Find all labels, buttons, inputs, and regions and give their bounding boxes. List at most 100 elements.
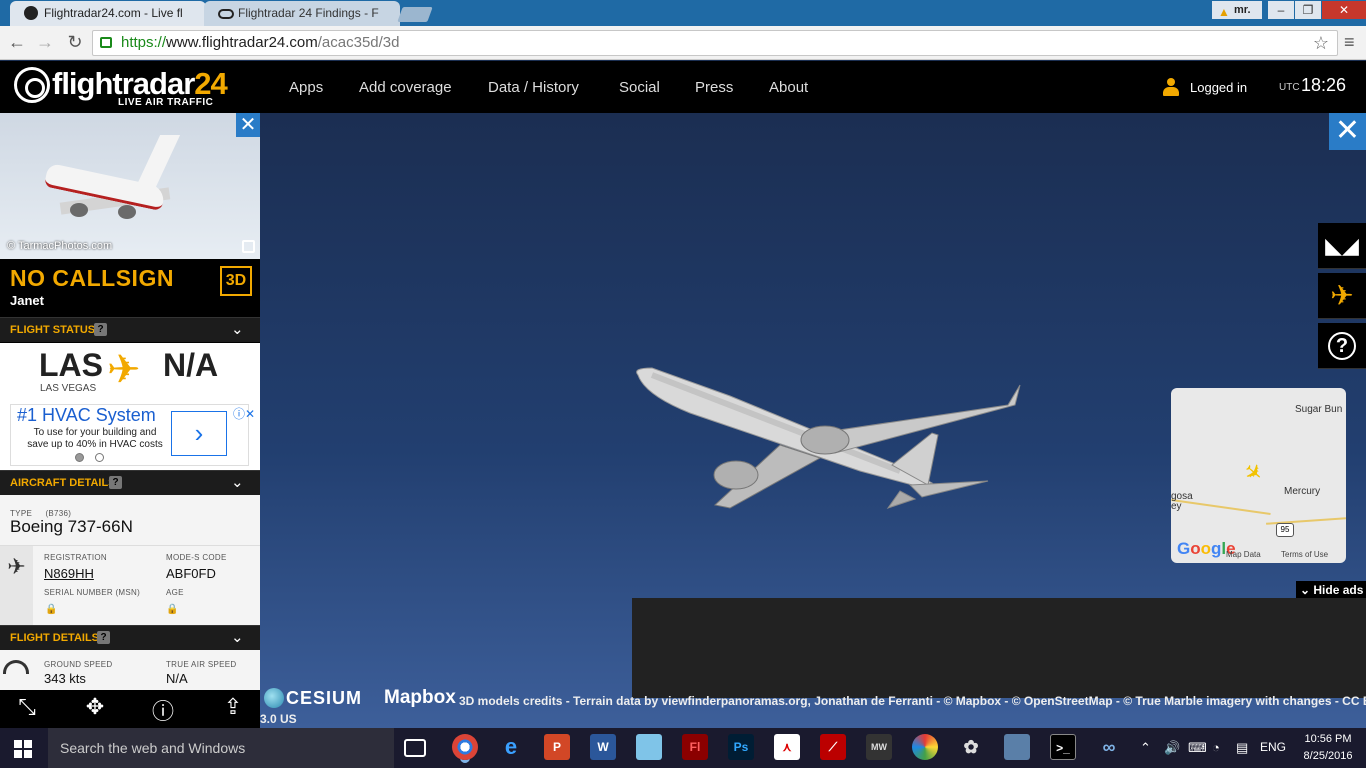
help-icon[interactable]: ? bbox=[109, 476, 122, 489]
ad-title[interactable]: #1 HVAC System bbox=[17, 405, 156, 426]
section-title: AIRCRAFT DETAILS bbox=[10, 477, 116, 489]
chevron-down-icon: ⌄ bbox=[1300, 583, 1314, 597]
terms-link[interactable]: Terms of Use bbox=[1281, 550, 1328, 559]
nav-about[interactable]: About bbox=[769, 79, 808, 96]
close-panel-button[interactable]: ✕ bbox=[236, 113, 260, 137]
help-icon[interactable]: ? bbox=[97, 631, 110, 644]
radar-logo-icon[interactable] bbox=[14, 67, 50, 103]
sidebar-ad[interactable]: #1 HVAC System To use for your building … bbox=[10, 404, 255, 466]
section-title: FLIGHT STATUS bbox=[10, 324, 96, 336]
ad-line-1: To use for your building and bbox=[33, 427, 157, 438]
help-icon[interactable]: ? bbox=[94, 323, 107, 336]
aircraft-details-header[interactable]: AIRCRAFT DETAILS ? ⌄ bbox=[0, 470, 260, 495]
aircraft-photo[interactable] bbox=[0, 113, 260, 259]
ad-banner[interactable] bbox=[632, 598, 1366, 698]
speedometer-icon bbox=[3, 660, 29, 674]
tray-overflow-icon[interactable]: ⌃ bbox=[1140, 740, 1151, 756]
nav-social[interactable]: Social bbox=[619, 79, 660, 96]
color-app-icon[interactable] bbox=[912, 734, 938, 760]
word-icon[interactable]: W bbox=[590, 734, 616, 760]
origin-code[interactable]: LAS bbox=[39, 347, 103, 384]
infinity-app-icon[interactable]: ∞ bbox=[1096, 734, 1122, 760]
camera-view-button[interactable]: ◣◢ bbox=[1318, 223, 1366, 269]
aircraft-view-button[interactable]: ✈ bbox=[1318, 273, 1366, 319]
carousel-dot[interactable] bbox=[95, 453, 104, 462]
edge-icon[interactable]: e bbox=[498, 734, 524, 760]
cesium-label: CESIUM bbox=[286, 688, 363, 708]
registration-link[interactable]: N869HH bbox=[44, 566, 94, 581]
taskbar-search[interactable]: Search the web and Windows bbox=[48, 728, 394, 768]
language-indicator[interactable]: ENG bbox=[1260, 740, 1286, 754]
map-label-mercury: Mercury bbox=[1284, 486, 1321, 497]
lock-icon[interactable]: 🔒 bbox=[166, 604, 178, 615]
character-app-icon[interactable]: ✿ bbox=[958, 734, 984, 760]
share-icon[interactable]: ⇪ bbox=[218, 694, 248, 720]
route-icon[interactable]: ⤡ bbox=[12, 694, 42, 720]
serial-label: SERIAL NUMBER (MSN) bbox=[44, 588, 141, 597]
ad-info-close-icon[interactable]: ⓘ✕ bbox=[233, 405, 255, 422]
reload-icon[interactable]: ↻ bbox=[64, 32, 86, 53]
windows-start-icon[interactable] bbox=[14, 740, 32, 758]
hide-ads-label: Hide ads bbox=[1313, 583, 1364, 597]
task-view-icon[interactable] bbox=[404, 739, 426, 757]
follow-icon[interactable]: ✥ bbox=[80, 694, 110, 720]
game-icon[interactable]: MW bbox=[866, 734, 892, 760]
user-icon[interactable] bbox=[1163, 78, 1179, 96]
clock-date: 8/25/2016 bbox=[1303, 750, 1353, 762]
powerpoint-icon[interactable]: P bbox=[544, 734, 570, 760]
wifi-icon[interactable]: ◔ bbox=[1212, 740, 1220, 755]
flight-status-header[interactable]: FLIGHT STATUS ? ⌄ bbox=[0, 317, 260, 342]
hide-ads-button[interactable]: ⌄ Hide ads bbox=[1296, 581, 1366, 599]
browser-menu-icon[interactable]: ≡ bbox=[1344, 32, 1358, 53]
monitor-app-icon[interactable] bbox=[1004, 734, 1030, 760]
flash-icon[interactable]: Fl bbox=[682, 734, 708, 760]
registration-box: ✈ REGISTRATION N869HH MODE-S CODE ABF0FD… bbox=[0, 545, 260, 626]
input-icon[interactable]: ⌨ bbox=[1188, 740, 1207, 756]
question-icon: ? bbox=[1328, 332, 1356, 360]
login-status[interactable]: Logged in bbox=[1190, 80, 1247, 95]
nav-data-history[interactable]: Data / History bbox=[488, 79, 579, 96]
restore-button[interactable]: ❐ bbox=[1295, 1, 1321, 19]
cesium-logo[interactable]: CESIUM bbox=[264, 688, 362, 709]
new-tab-button[interactable] bbox=[397, 7, 433, 22]
photoshop-icon[interactable]: Ps bbox=[728, 734, 754, 760]
system-clock[interactable]: 10:56 PM 8/25/2016 bbox=[1302, 731, 1354, 765]
tab-flightradar[interactable]: Flightradar24.com - Live fl bbox=[10, 1, 206, 26]
view-3d-button[interactable]: 3D bbox=[220, 266, 252, 296]
address-bar[interactable]: https://www.flightradar24.com/acac35d/3d… bbox=[92, 30, 1338, 56]
ad-arrow-button[interactable]: › bbox=[171, 411, 227, 456]
alert-icon[interactable]: ⓘ bbox=[148, 694, 178, 726]
help-button[interactable]: ? bbox=[1318, 323, 1366, 369]
lock-icon[interactable]: 🔒 bbox=[45, 604, 57, 615]
glass-app-icon[interactable] bbox=[636, 734, 662, 760]
credits-text[interactable]: 3D models credits - Terrain data by view… bbox=[459, 694, 1366, 708]
close-3d-view-button[interactable]: ✕ bbox=[1329, 113, 1366, 150]
nav-press[interactable]: Press bbox=[695, 79, 733, 96]
photo-credit[interactable]: © TarmacPhotos.com bbox=[7, 240, 112, 252]
map-data-link[interactable]: Map Data bbox=[1226, 550, 1261, 559]
volume-icon[interactable]: 🔊 bbox=[1164, 740, 1180, 756]
chrome-icon[interactable] bbox=[452, 734, 478, 760]
tab-findings[interactable]: Flightradar 24 Findings - F bbox=[204, 1, 400, 26]
airline-name: Janet bbox=[10, 293, 44, 308]
age-label: AGE bbox=[166, 588, 184, 597]
close-window-button[interactable]: ✕ bbox=[1322, 1, 1366, 19]
mapbox-logo[interactable]: Mapbox bbox=[384, 687, 456, 709]
nav-apps[interactable]: Apps bbox=[289, 79, 323, 96]
minimize-button[interactable]: – bbox=[1268, 1, 1294, 19]
flight-details-header[interactable]: FLIGHT DETAILS ? ⌄ bbox=[0, 625, 260, 650]
profile-button[interactable]: ▲ mr. bbox=[1212, 1, 1262, 19]
carousel-dot[interactable] bbox=[75, 453, 84, 462]
highway-shield: 95 bbox=[1276, 523, 1294, 537]
warning-icon: ▲ bbox=[1218, 5, 1230, 19]
external-link-icon[interactable] bbox=[242, 240, 255, 253]
notifications-icon[interactable]: ▤ bbox=[1236, 740, 1248, 756]
forward-arrow-icon[interactable]: → bbox=[34, 32, 56, 53]
bookmark-star-icon[interactable]: ☆ bbox=[1313, 31, 1329, 55]
nav-add-coverage[interactable]: Add coverage bbox=[359, 79, 452, 96]
acrobat-icon[interactable]: ⋏ bbox=[774, 734, 800, 760]
back-arrow-icon[interactable]: ← bbox=[6, 32, 28, 53]
racing-game-icon[interactable]: ⟋ bbox=[820, 734, 846, 760]
minimap[interactable]: Sugar Bun Mercury gosa ey ✈ 95 Google Ma… bbox=[1171, 388, 1346, 563]
command-prompt-icon[interactable]: >_ bbox=[1050, 734, 1076, 760]
